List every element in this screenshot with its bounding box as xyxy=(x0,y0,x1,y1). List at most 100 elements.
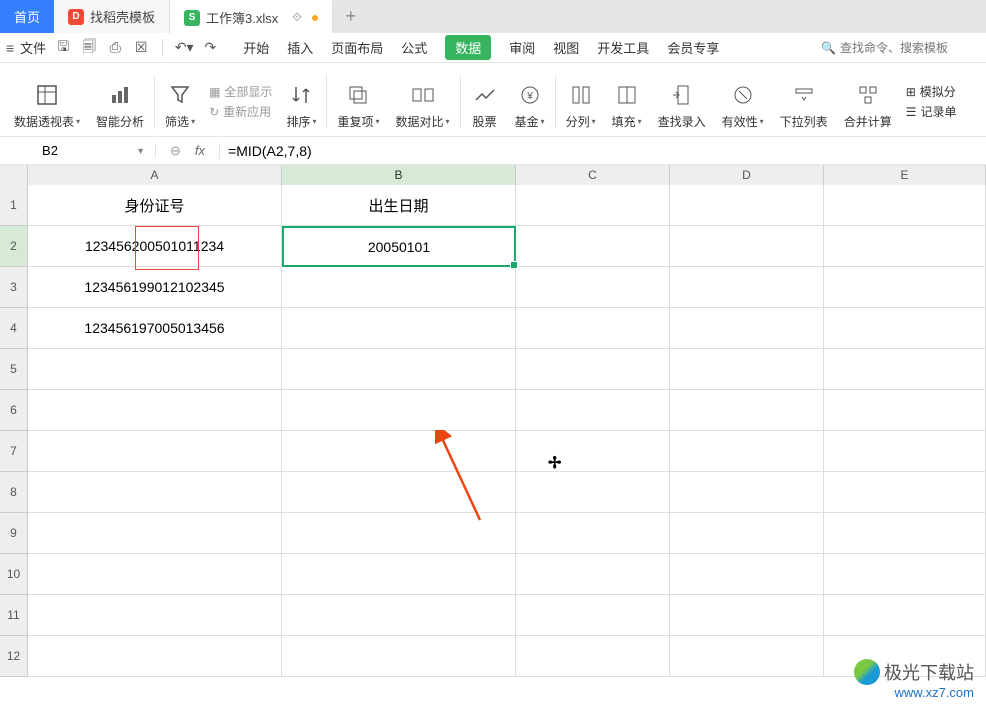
cell-E6[interactable] xyxy=(824,390,986,431)
cell-D7[interactable] xyxy=(670,431,824,472)
tab-formula[interactable]: 公式 xyxy=(401,38,427,57)
cell-B10[interactable] xyxy=(282,554,516,595)
cell-A11[interactable] xyxy=(28,595,282,636)
cell-B4[interactable] xyxy=(282,308,516,349)
cell-C8[interactable] xyxy=(516,472,670,513)
hamburger-icon[interactable]: ≡ xyxy=(6,40,14,56)
row-header-1[interactable]: 1 xyxy=(0,185,28,226)
name-dropdown-icon[interactable]: ▼ xyxy=(136,146,145,156)
cell-D10[interactable] xyxy=(670,554,824,595)
compare-button[interactable]: 数据对比▾ xyxy=(388,67,458,136)
cell-C9[interactable] xyxy=(516,513,670,554)
split-button[interactable]: 分列▾ xyxy=(558,67,604,136)
row-header-6[interactable]: 6 xyxy=(0,390,28,431)
cell-C7[interactable] xyxy=(516,431,670,472)
formula-input[interactable] xyxy=(228,143,978,159)
lookup-button[interactable]: 查找录入 xyxy=(650,67,714,136)
cell-E8[interactable] xyxy=(824,472,986,513)
cell-B7[interactable] xyxy=(282,431,516,472)
search-input[interactable] xyxy=(840,41,980,55)
cell-B2[interactable]: 20050101 xyxy=(282,226,516,267)
tab-insert[interactable]: 插入 xyxy=(287,38,313,57)
row-header-10[interactable]: 10 xyxy=(0,554,28,595)
cell-E3[interactable] xyxy=(824,267,986,308)
col-header-e[interactable]: E xyxy=(824,165,986,185)
restore-icon[interactable]: ⟐ xyxy=(292,10,301,25)
tab-view[interactable]: 视图 xyxy=(553,38,579,57)
col-header-c[interactable]: C xyxy=(516,165,670,185)
row-header-9[interactable]: 9 xyxy=(0,513,28,554)
cell-E11[interactable] xyxy=(824,595,986,636)
cell-D3[interactable] xyxy=(670,267,824,308)
cell-A12[interactable] xyxy=(28,636,282,677)
tab-docer[interactable]: D 找稻壳模板 xyxy=(54,0,170,33)
cell-B1[interactable]: 出生日期 xyxy=(282,185,516,226)
tab-workbook[interactable]: S 工作簿3.xlsx ⟐ xyxy=(170,0,333,33)
cell-B12[interactable] xyxy=(282,636,516,677)
cell-B6[interactable] xyxy=(282,390,516,431)
cell-E2[interactable] xyxy=(824,226,986,267)
row-header-11[interactable]: 11 xyxy=(0,595,28,636)
cell-B3[interactable] xyxy=(282,267,516,308)
dropdown-button[interactable]: 下拉列表 xyxy=(772,67,836,136)
cell-E5[interactable] xyxy=(824,349,986,390)
row-header-5[interactable]: 5 xyxy=(0,349,28,390)
cell-A8[interactable] xyxy=(28,472,282,513)
row-header-3[interactable]: 3 xyxy=(0,267,28,308)
simulate-button[interactable]: ⊞模拟分 xyxy=(906,83,957,100)
smart-button[interactable]: 智能分析 xyxy=(88,67,152,136)
cell-E7[interactable] xyxy=(824,431,986,472)
tab-home[interactable]: 首页 xyxy=(0,0,54,33)
cell-B5[interactable] xyxy=(282,349,516,390)
row-header-7[interactable]: 7 xyxy=(0,431,28,472)
show-all-button[interactable]: ▦全部显示 xyxy=(209,83,272,100)
cell-C2[interactable] xyxy=(516,226,670,267)
cell-A2[interactable]: 123456200501011234 xyxy=(28,226,282,267)
fund-button[interactable]: ¥ 基金▾ xyxy=(507,67,553,136)
cell-D1[interactable] xyxy=(670,185,824,226)
select-all-corner[interactable] xyxy=(0,165,28,185)
row-header-8[interactable]: 8 xyxy=(0,472,28,513)
fx-icon[interactable]: fx xyxy=(195,143,205,158)
command-search[interactable]: 🔍 xyxy=(821,41,980,55)
cell-A9[interactable] xyxy=(28,513,282,554)
pivot-button[interactable]: 数据透视表▾ xyxy=(6,67,88,136)
redo-icon[interactable]: ↷ xyxy=(201,39,219,57)
cell-B11[interactable] xyxy=(282,595,516,636)
tab-data[interactable]: 数据 xyxy=(445,35,491,60)
row-header-12[interactable]: 12 xyxy=(0,636,28,677)
cell-A3[interactable]: 123456199012102345 xyxy=(28,267,282,308)
col-header-d[interactable]: D xyxy=(670,165,824,185)
cell-A7[interactable] xyxy=(28,431,282,472)
cell-E9[interactable] xyxy=(824,513,986,554)
record-button[interactable]: ☰记录单 xyxy=(906,103,957,120)
save-icon[interactable]: 🖫 xyxy=(54,39,72,57)
save-as-icon[interactable]: 🗐 xyxy=(80,39,98,57)
tab-dev[interactable]: 开发工具 xyxy=(597,38,649,57)
cell-D6[interactable] xyxy=(670,390,824,431)
cell-C4[interactable] xyxy=(516,308,670,349)
cell-D12[interactable] xyxy=(670,636,824,677)
cell-C11[interactable] xyxy=(516,595,670,636)
file-menu[interactable]: 文件 xyxy=(20,38,46,57)
validate-button[interactable]: 有效性▾ xyxy=(714,67,772,136)
name-box[interactable]: ▼ xyxy=(0,143,156,158)
print-icon[interactable]: ⎙ xyxy=(106,39,124,57)
col-header-b[interactable]: B xyxy=(282,165,516,185)
cancel-formula-icon[interactable]: ⊖ xyxy=(170,143,181,159)
cell-C1[interactable] xyxy=(516,185,670,226)
cell-E1[interactable] xyxy=(824,185,986,226)
new-tab-button[interactable]: + xyxy=(333,0,369,33)
cell-D2[interactable] xyxy=(670,226,824,267)
cell-C6[interactable] xyxy=(516,390,670,431)
cell-C10[interactable] xyxy=(516,554,670,595)
cell-A4[interactable]: 123456197005013456 xyxy=(28,308,282,349)
cell-D5[interactable] xyxy=(670,349,824,390)
tab-vip[interactable]: 会员专享 xyxy=(667,38,719,57)
cell-C12[interactable] xyxy=(516,636,670,677)
row-header-4[interactable]: 4 xyxy=(0,308,28,349)
cell-B9[interactable] xyxy=(282,513,516,554)
cell-A6[interactable] xyxy=(28,390,282,431)
col-header-a[interactable]: A xyxy=(28,165,282,185)
cell-D11[interactable] xyxy=(670,595,824,636)
